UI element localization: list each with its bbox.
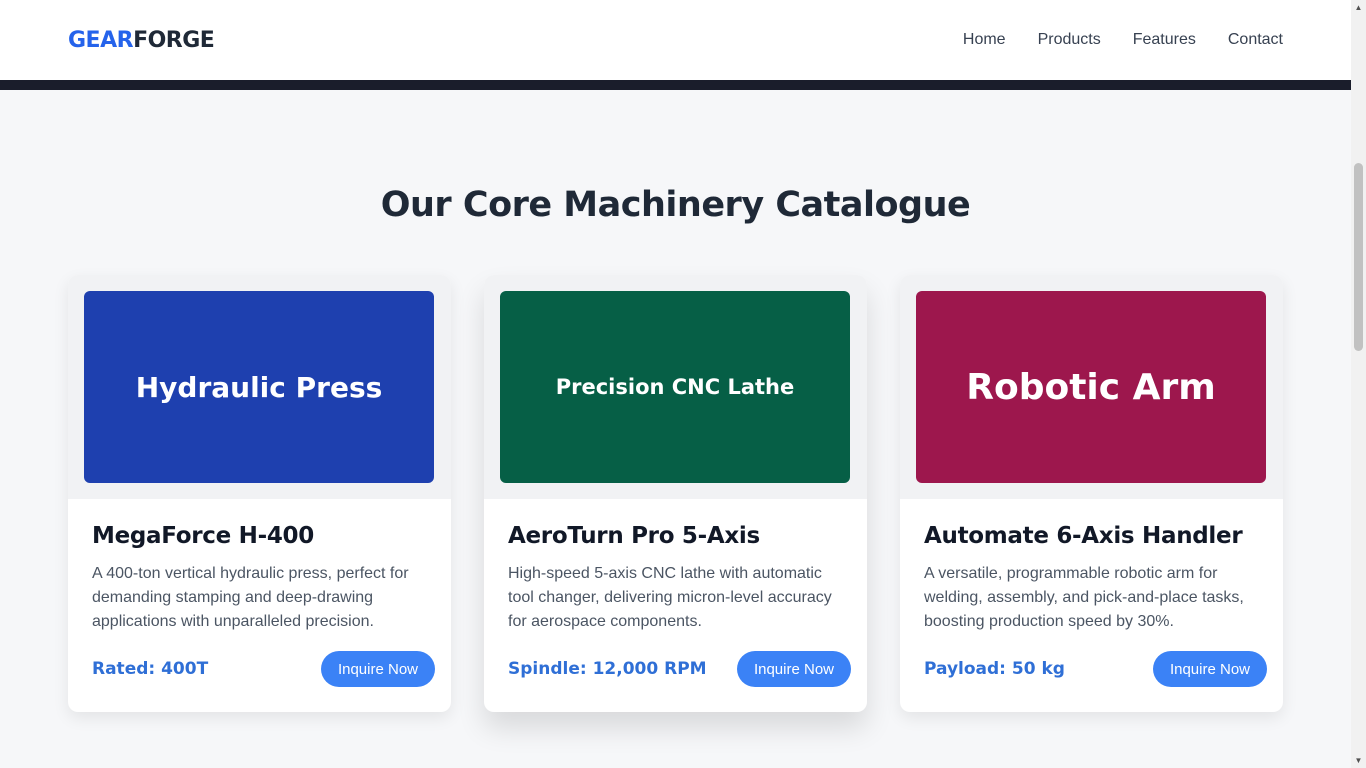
product-card: Precision CNC Lathe AeroTurn Pro 5-Axis … bbox=[484, 275, 867, 712]
product-image-label: Robotic Arm bbox=[966, 366, 1216, 408]
vertical-scrollbar[interactable]: ▲ ▼ bbox=[1351, 0, 1366, 768]
product-card: Hydraulic Press MegaForce H-400 A 400-to… bbox=[68, 275, 451, 712]
site-header: GEARFORGE Home Products Features Contact bbox=[0, 0, 1351, 80]
product-description: A 400-ton vertical hydraulic press, perf… bbox=[92, 565, 409, 630]
nav-products[interactable]: Products bbox=[1038, 31, 1101, 49]
nav-contact[interactable]: Contact bbox=[1228, 31, 1283, 49]
product-image-label: Precision CNC Lathe bbox=[555, 375, 795, 399]
inquire-button[interactable]: Inquire Now bbox=[320, 651, 435, 687]
logo-gear: GEAR bbox=[68, 27, 134, 53]
product-name: Automate 6-Axis Handler bbox=[924, 523, 1243, 549]
logo-forge: FORGE bbox=[133, 27, 215, 53]
product-image: Hydraulic Press bbox=[84, 291, 434, 483]
product-image-frame: Robotic Arm bbox=[900, 275, 1283, 499]
product-image-frame: Precision CNC Lathe bbox=[484, 275, 867, 499]
product-card-footer: Spindle: 12,000 RPM Inquire Now bbox=[508, 651, 851, 687]
scroll-up-arrow-icon[interactable]: ▲ bbox=[1351, 0, 1366, 15]
product-image: Precision CNC Lathe bbox=[500, 291, 850, 483]
product-card-body: AeroTurn Pro 5-Axis High-speed 5-axis CN… bbox=[484, 499, 867, 687]
product-description: A versatile, programmable robotic arm fo… bbox=[924, 565, 1244, 630]
product-card-footer: Rated: 400T Inquire Now bbox=[92, 651, 435, 687]
inquire-button[interactable]: Inquire Now bbox=[1152, 651, 1267, 687]
inquire-button[interactable]: Inquire Now bbox=[736, 651, 851, 687]
main-nav: Home Products Features Contact bbox=[963, 31, 1283, 49]
product-image-label: Hydraulic Press bbox=[135, 370, 383, 404]
product-card-body: Automate 6-Axis Handler A versatile, pro… bbox=[900, 499, 1283, 687]
product-image-frame: Hydraulic Press bbox=[68, 275, 451, 499]
nav-features[interactable]: Features bbox=[1133, 31, 1196, 49]
section-title: Our Core Machinery Catalogue bbox=[380, 185, 971, 225]
nav-home[interactable]: Home bbox=[963, 31, 1006, 49]
product-spec: Spindle: 12,000 RPM bbox=[508, 659, 707, 679]
catalogue-section: Our Core Machinery Catalogue Hydraulic P… bbox=[0, 90, 1351, 768]
product-card-body: MegaForce H-400 A 400-ton vertical hydra… bbox=[68, 499, 451, 687]
product-card-footer: Payload: 50 kg Inquire Now bbox=[924, 651, 1267, 687]
product-card: Robotic Arm Automate 6-Axis Handler A ve… bbox=[900, 275, 1283, 712]
product-spec: Payload: 50 kg bbox=[924, 659, 1065, 679]
product-name: AeroTurn Pro 5-Axis bbox=[508, 523, 760, 549]
scrollbar-thumb[interactable] bbox=[1354, 163, 1363, 351]
header-divider-band bbox=[0, 80, 1351, 90]
product-spec: Rated: 400T bbox=[92, 659, 209, 679]
product-name: MegaForce H-400 bbox=[92, 523, 314, 549]
product-image: Robotic Arm bbox=[916, 291, 1266, 483]
logo[interactable]: GEARFORGE bbox=[68, 27, 215, 53]
scroll-down-arrow-icon[interactable]: ▼ bbox=[1351, 753, 1366, 768]
product-description: High-speed 5-axis CNC lathe with automat… bbox=[508, 565, 832, 630]
